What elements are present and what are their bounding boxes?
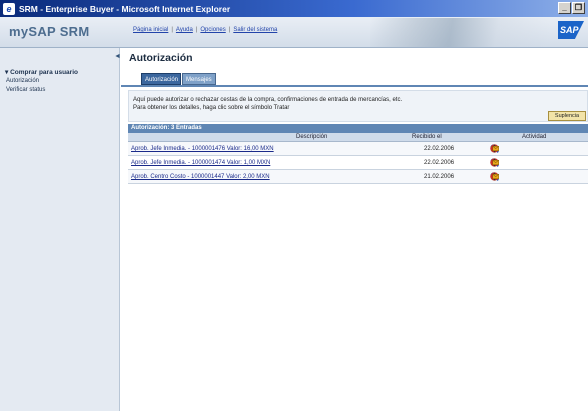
nav-group-comprar[interactable]: ▾ Comprar para usuario bbox=[5, 68, 78, 76]
link-logoff[interactable]: Salir del sistema bbox=[233, 27, 277, 33]
forward-envelope-icon[interactable] bbox=[490, 144, 499, 153]
info-panel: Aquí puede autorizar o rechazar cestas d… bbox=[128, 90, 588, 122]
table-title: Autorización: 3 Entradas bbox=[128, 124, 588, 133]
bottom-blank-area bbox=[121, 320, 588, 411]
column-header-recibido[interactable]: Recibido el bbox=[412, 133, 442, 142]
link-help[interactable]: Ayuda bbox=[176, 27, 193, 33]
brand-logo: mySAP SRM bbox=[9, 24, 90, 39]
top-links: Página inicial | Ayuda | Opciones | Salir del … bbox=[133, 27, 277, 33]
table-column-headers: Descripción Recibido el Actividad bbox=[128, 133, 588, 142]
tab-autorizacion[interactable]: Autorización bbox=[141, 73, 181, 85]
ie-icon: e bbox=[3, 2, 15, 15]
forward-envelope-icon[interactable] bbox=[490, 158, 499, 167]
page-title: Autorización bbox=[129, 52, 193, 64]
table-row: Aprob. Jefe Inmedia. - 1000001476 Valor:… bbox=[128, 142, 588, 156]
nav-item-verificar-status[interactable]: Verificar status bbox=[6, 87, 45, 93]
row-date: 21.02.2006 bbox=[424, 174, 455, 180]
column-header-actividad: Actividad bbox=[522, 134, 547, 140]
row-date: 22.02.2006 bbox=[424, 160, 455, 166]
minimize-button[interactable]: _ bbox=[558, 2, 571, 14]
restore-button[interactable]: ❐ bbox=[572, 2, 585, 14]
tab-mensajes[interactable]: Mensajes bbox=[182, 73, 216, 85]
row-description-link[interactable]: Aprob. Jefe Inmedia. - 1000001474 Valor:… bbox=[131, 156, 270, 170]
suplencia-button[interactable]: Suplencia bbox=[548, 111, 586, 121]
row-date: 22.02.2006 bbox=[424, 146, 455, 152]
sap-logo: SAP bbox=[558, 21, 584, 39]
forward-envelope-icon[interactable] bbox=[490, 172, 499, 181]
left-navigation: ◄ ▾ Comprar para usuario Autorización Ve… bbox=[0, 48, 121, 411]
table-row: Aprob. Jefe Inmedia. - 1000001474 Valor:… bbox=[128, 156, 588, 170]
portal-header: mySAP SRM Página inicial | Ayuda | Opciones |… bbox=[0, 17, 588, 48]
authorization-table: Autorización: 3 Entradas Descripción Rec… bbox=[128, 124, 588, 184]
info-text-line1: Aquí puede autorizar o rechazar cestas d… bbox=[133, 97, 403, 103]
link-separator: | bbox=[171, 27, 173, 33]
row-description-link[interactable]: Aprob. Centro Costo - 1000001447 Valor: … bbox=[131, 170, 270, 184]
column-header-descripcion[interactable]: Descripción bbox=[296, 133, 327, 142]
window-title: SRM - Enterprise Buyer - Microsoft Inter… bbox=[19, 3, 231, 14]
link-options[interactable]: Opciones bbox=[200, 27, 225, 33]
link-separator: | bbox=[228, 27, 231, 33]
tabstrip: Autorización Mensajes bbox=[121, 73, 588, 87]
table-body: Aprob. Jefe Inmedia. - 1000001476 Valor:… bbox=[128, 142, 588, 184]
header-banner-image bbox=[370, 18, 550, 47]
link-separator: | bbox=[195, 27, 198, 33]
link-home[interactable]: Página inicial bbox=[133, 27, 168, 33]
collapse-arrow-icon[interactable]: ◄ bbox=[114, 53, 121, 60]
table-row: Aprob. Centro Costo - 1000001447 Valor: … bbox=[128, 170, 588, 184]
window-titlebar: e SRM - Enterprise Buyer - Microsoft Int… bbox=[0, 0, 588, 17]
row-description-link[interactable]: Aprob. Jefe Inmedia. - 1000001476 Valor:… bbox=[131, 142, 274, 156]
info-text-line2: Para obtener los detalles, haga clic sob… bbox=[133, 105, 290, 111]
main-content: Autorización Autorización Mensajes Aquí … bbox=[121, 48, 588, 411]
nav-item-autorizacion[interactable]: Autorización bbox=[6, 78, 39, 84]
window-controls: _ ❐ bbox=[558, 2, 585, 14]
